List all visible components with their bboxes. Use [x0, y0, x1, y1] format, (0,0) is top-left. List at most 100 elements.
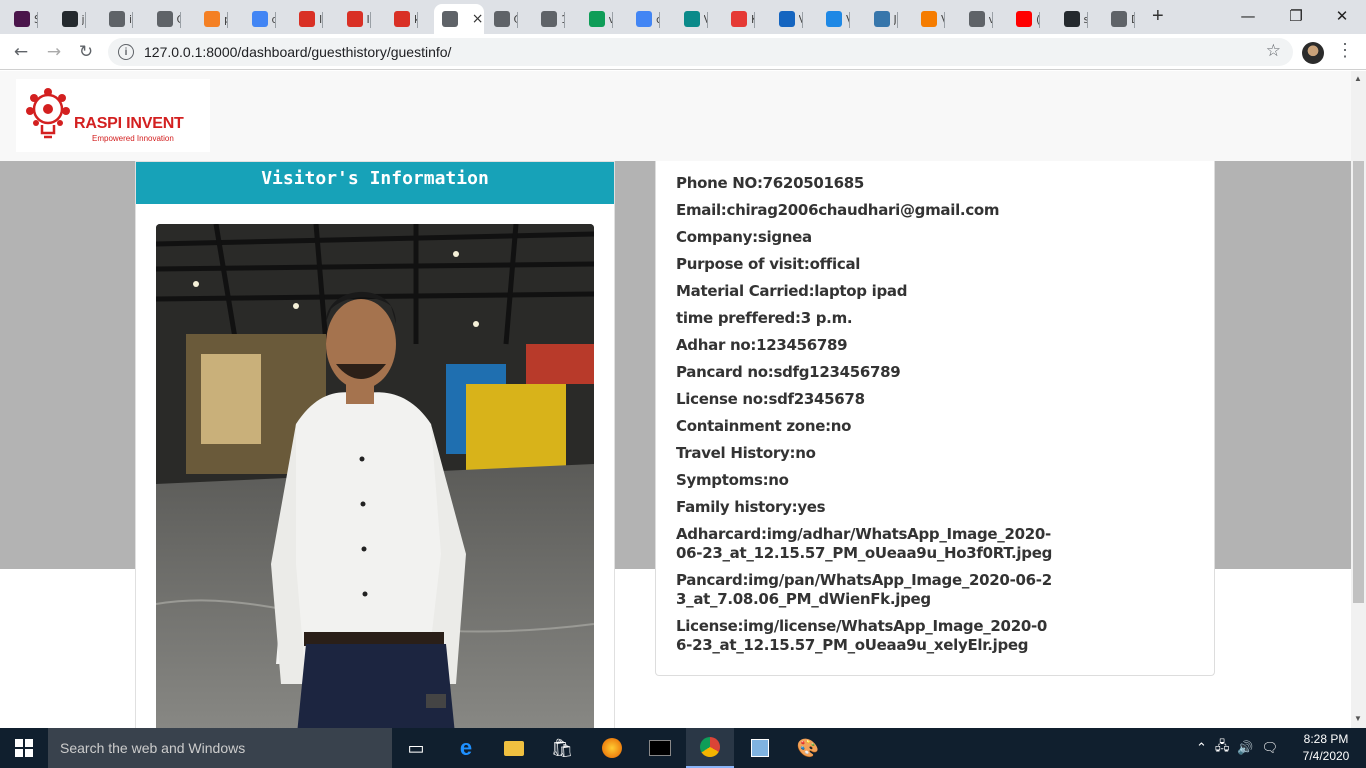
tab-8[interactable]: k [386, 4, 418, 34]
tray-chevron-icon[interactable]: ⌃ [1196, 740, 1207, 756]
google-icon [251, 11, 268, 27]
tab-23[interactable]: D [1103, 4, 1135, 34]
drive-icon [588, 11, 605, 27]
tab-3[interactable]: G [149, 4, 181, 34]
windows-logo-icon [15, 739, 33, 757]
reload-icon[interactable]: ↻ [74, 40, 98, 64]
forward-icon[interactable]: → [42, 40, 66, 64]
back-icon[interactable]: ← [9, 40, 33, 64]
address-bar[interactable]: i 127.0.0.1:8000/dashboard/guesthistory/… [108, 38, 1293, 66]
browser-toolbar: ← → ↻ i 127.0.0.1:8000/dashboard/guesthi… [0, 34, 1366, 70]
tab-17[interactable]: V [818, 4, 850, 34]
start-button[interactable] [0, 728, 48, 768]
paint-icon[interactable]: 🎨 [784, 728, 832, 768]
github-icon [1063, 11, 1080, 27]
maximize-button[interactable]: ❐ [1274, 2, 1318, 30]
file-explorer-icon[interactable] [490, 728, 538, 768]
globe-icon [109, 11, 125, 27]
page-content: RASPI INVENT Empowered Innovation Visito… [0, 71, 1351, 728]
info-row-adharcard-file: Adharcard:img/adhar/WhatsApp_Image_2020-… [676, 525, 1053, 562]
tab-15[interactable]: K [723, 4, 755, 34]
tab-10[interactable]: C [486, 4, 518, 34]
tab-4[interactable]: p [196, 4, 228, 34]
tab-12[interactable]: vi [581, 4, 613, 34]
q-icon [731, 11, 747, 27]
info-row-pancard-file: Pancard:img/pan/WhatsApp_Image_2020-06-2… [676, 571, 1052, 608]
logo-brand: RASPI INVENT [74, 115, 184, 132]
taskbar-search-box[interactable]: Search the web and Windows [48, 728, 392, 768]
raspi-invent-logo[interactable]: RASPI INVENT Empowered Innovation [16, 79, 210, 152]
globe-icon [156, 11, 173, 27]
page-scrollbar[interactable]: ▲ ▼ [1351, 71, 1366, 728]
clock-date: 7/4/2020 [1302, 749, 1350, 763]
tab-6[interactable]: Ir [291, 4, 323, 34]
tab-9[interactable]: × [433, 4, 484, 34]
site-info-icon[interactable]: i [118, 44, 134, 60]
image-viewer-icon[interactable] [736, 728, 784, 768]
info-row-family: Family history:yes [676, 498, 826, 516]
system-tray: ⌃ 🖧 🔊 🗨 [1196, 728, 1278, 768]
url-text: 127.0.0.1:8000/dashboard/guesthistory/gu… [144, 44, 452, 60]
firefox-icon[interactable] [588, 728, 636, 768]
r-icon [778, 11, 795, 27]
tab-16[interactable]: V [771, 4, 803, 34]
task-view-icon[interactable]: ▭ [392, 728, 440, 768]
volume-icon[interactable]: 🔊 [1237, 740, 1253, 756]
info-row-adhar-no: Adhar no:123456789 [676, 336, 848, 354]
info-row-symptoms: Symptoms:no [676, 471, 789, 489]
tab-7[interactable]: Ir [339, 4, 371, 34]
store-icon[interactable]: 🛍 [538, 728, 586, 768]
new-tab-button[interactable]: + [1152, 5, 1164, 28]
tab-0[interactable]: Sl [6, 4, 38, 34]
visitor-photo-card: Visitor's Information [135, 161, 615, 728]
python-icon [873, 11, 890, 27]
menu-kebab-icon[interactable]: ⋮ [1336, 40, 1354, 61]
info-row-pancard-no: Pancard no:sdfg123456789 [676, 363, 901, 381]
profile-avatar[interactable] [1302, 42, 1324, 64]
globe-icon [493, 11, 510, 27]
tab-13[interactable]: c [628, 4, 660, 34]
chrome-icon[interactable] [686, 728, 734, 768]
clock-time: 8:28 PM [1303, 732, 1349, 746]
slack-icon [14, 11, 30, 27]
tab-1[interactable]: ja [54, 4, 86, 34]
tab-2[interactable]: in [101, 4, 133, 34]
close-window-button[interactable]: ✕ [1320, 2, 1364, 30]
tab-14[interactable]: V [676, 4, 708, 34]
github-icon [61, 11, 78, 27]
visitor-photo [156, 224, 594, 728]
tab-18[interactable]: Ju [866, 4, 898, 34]
send-icon [826, 11, 842, 27]
walk-icon [921, 11, 937, 27]
notification-icon[interactable]: 🗨 [1262, 740, 1279, 756]
gmail-icon [394, 11, 410, 27]
bookmark-star-icon[interactable]: ☆ [1266, 41, 1281, 61]
gmail-icon [299, 11, 315, 27]
info-row-time: time preffered:3 p.m. [676, 309, 853, 327]
terminal-icon[interactable] [636, 728, 684, 768]
info-row-travel: Travel History:no [676, 444, 816, 462]
tab-21[interactable]: (€ [1008, 4, 1040, 34]
scroll-up-icon[interactable]: ▲ [1354, 74, 1362, 83]
info-row-containment: Containment zone:no [676, 417, 852, 435]
globe-icon [441, 11, 458, 27]
scroll-down-icon[interactable]: ▼ [1354, 714, 1362, 723]
info-row-license-file: License:img/license/WhatsApp_Image_2020-… [676, 617, 1048, 654]
site-header: RASPI INVENT Empowered Innovation [0, 71, 1351, 161]
bulb-logo-icon [26, 88, 70, 139]
youtube-icon [1016, 11, 1032, 27]
tab-20[interactable]: vi [961, 4, 993, 34]
network-icon[interactable]: 🖧 [1215, 737, 1230, 759]
taskbar-clock[interactable]: 8:28 PM 7/4/2020 [1296, 731, 1356, 765]
info-row-email: Email:chirag2006chaudhari@gmail.com [676, 201, 1000, 219]
close-tab-icon[interactable]: × [472, 11, 484, 27]
edge-icon[interactable]: e [442, 728, 490, 768]
tab-11[interactable]: 1 [533, 4, 565, 34]
tab-22[interactable]: st [1056, 4, 1088, 34]
tab-5[interactable]: dj [244, 4, 276, 34]
globe-icon [541, 11, 557, 27]
docs-icon [636, 11, 652, 27]
scrollbar-thumb[interactable] [1353, 161, 1364, 603]
tab-19[interactable]: V [913, 4, 945, 34]
minimize-button[interactable]: — [1226, 2, 1270, 30]
